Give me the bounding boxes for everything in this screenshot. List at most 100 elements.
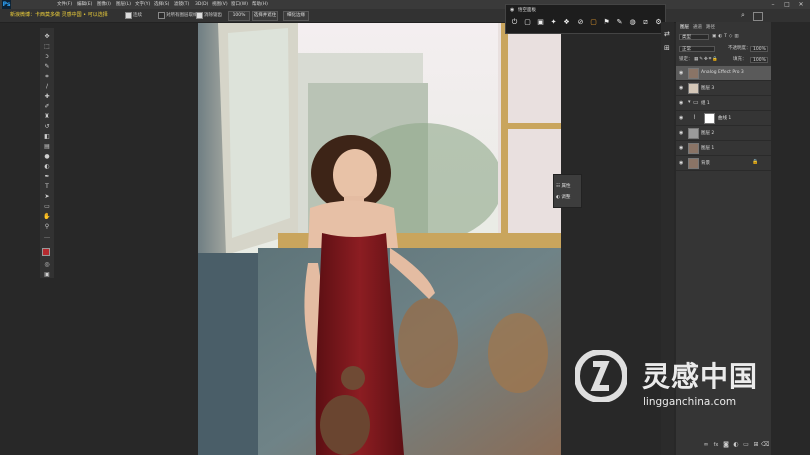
layer-kind-filter[interactable]: 类型 <box>679 34 709 40</box>
history-brush-icon[interactable]: ↺ <box>42 122 52 131</box>
screen-mode-icon[interactable]: ▣ <box>42 270 52 279</box>
quick-select-icon[interactable]: ✎ <box>42 62 52 71</box>
opacity-input[interactable]: 100% <box>750 46 768 52</box>
layers-icon[interactable]: ❖ <box>562 18 571 27</box>
group-chevron-icon[interactable]: ▾ <box>688 99 691 105</box>
blend-mode-select[interactable]: 正常 <box>679 46 715 52</box>
shape-icon[interactable]: ▭ <box>42 202 52 211</box>
crop-icon[interactable]: ⧄ <box>641 18 650 27</box>
pen-icon[interactable]: ✒ <box>42 172 52 181</box>
gradient-icon[interactable]: ▤ <box>42 142 52 151</box>
fill-input[interactable]: 100% <box>750 57 768 63</box>
search-icon[interactable]: ⌕ <box>741 11 745 20</box>
zoom-icon[interactable]: ⚲ <box>42 222 52 231</box>
eye-icon[interactable]: ◉ <box>679 70 683 76</box>
menu-file[interactable]: 文件(F) <box>57 0 72 9</box>
adjust-item[interactable]: ◐ 调整 <box>556 194 570 202</box>
frame-icon[interactable]: ▢ <box>589 18 598 27</box>
eye-icon[interactable]: ◉ <box>679 145 683 151</box>
stamp-icon[interactable]: ♜ <box>42 112 52 121</box>
power-icon[interactable]: ⏻ <box>510 18 519 27</box>
opacity-field[interactable]: 100% <box>228 11 250 21</box>
type-icon[interactable]: T <box>42 182 52 191</box>
history-icon[interactable]: ⇄ <box>664 30 670 38</box>
new-layer-icon[interactable]: ⊞ <box>752 441 760 449</box>
menu-type[interactable]: 文字(Y) <box>135 0 150 9</box>
mask-icon[interactable]: ◍ <box>628 18 637 27</box>
crop-icon[interactable]: ⌗ <box>42 72 52 81</box>
brush-icon[interactable]: ✐ <box>42 102 52 111</box>
close-button[interactable]: ✕ <box>794 0 808 9</box>
tools-panel: ✥ ⬚ ↄ ✎ ⌗ ∕ ✚ ✐ ♜ ↺ ◧ ▤ ● ◐ ✒ T ➤ ▭ ✋ ⚲ … <box>40 28 54 278</box>
adjustment-icon[interactable]: ◐ <box>732 441 740 449</box>
marquee-icon[interactable]: ⬚ <box>42 42 52 51</box>
properties-item[interactable]: ☷ 属性 <box>556 183 570 191</box>
layer-row[interactable]: ◉ 背景 🔒 <box>676 156 771 171</box>
auto-enhance-label: 消除锯齿 <box>204 13 222 18</box>
auto-enhance-checkbox[interactable] <box>196 12 203 19</box>
menu-help[interactable]: 帮助(H) <box>252 0 268 9</box>
more-icon[interactable]: … <box>42 232 52 241</box>
gift-icon[interactable]: ✦ <box>549 18 558 27</box>
layer-row[interactable]: ◉ 图层 2 <box>676 126 771 141</box>
eyedropper-icon[interactable]: ∕ <box>42 82 52 91</box>
watermark-url: lingganchina.com <box>643 396 737 408</box>
chat-icon[interactable]: ▢ <box>523 18 532 27</box>
move-icon[interactable]: ✥ <box>42 32 52 41</box>
path-select-icon[interactable]: ➤ <box>42 192 52 201</box>
maximize-button[interactable]: □ <box>780 0 794 9</box>
layer-name: 背景 <box>701 161 710 166</box>
tab-channels[interactable]: 通道 <box>693 25 702 31</box>
eraser-icon[interactable]: ◧ <box>42 132 52 141</box>
menu-image[interactable]: 图像(I) <box>97 0 111 9</box>
quick-mask-icon[interactable]: ◎ <box>42 260 52 269</box>
layer-row[interactable]: ◉ ⌇ 曲线 1 <box>676 111 771 126</box>
eye-icon[interactable]: ◉ <box>679 115 683 121</box>
select-subject-button[interactable]: 选择并遮住 <box>252 11 278 21</box>
watermark-chinese: 灵感中国 <box>642 360 759 393</box>
layer-row[interactable]: ◉ 图层 1 <box>676 141 771 156</box>
mask-icon[interactable]: ◙ <box>722 441 730 449</box>
contiguous-checkbox[interactable] <box>125 12 132 19</box>
dodge-icon[interactable]: ◐ <box>42 162 52 171</box>
eye-icon[interactable]: ◉ <box>679 100 683 106</box>
eye-icon[interactable]: ◉ <box>679 130 683 136</box>
tab-paths[interactable]: 路径 <box>706 25 715 31</box>
menu-edit[interactable]: 编辑(E) <box>77 0 92 9</box>
share-icon[interactable]: ⊘ <box>576 18 585 27</box>
flag-icon[interactable]: ⚑ <box>602 18 611 27</box>
layer-row[interactable]: ◉ Analog Effect Pro 3 <box>676 66 771 81</box>
eye-icon[interactable]: ◉ <box>679 160 683 166</box>
minimize-button[interactable]: – <box>766 0 780 9</box>
lasso-icon[interactable]: ↄ <box>42 52 52 61</box>
menu-3d[interactable]: 3D(D) <box>195 0 208 9</box>
folder-icon: ▭ <box>693 99 699 106</box>
tab-layers[interactable]: 图层 <box>680 25 689 31</box>
brush-icon[interactable]: ✎ <box>615 18 624 27</box>
healing-icon[interactable]: ✚ <box>42 92 52 101</box>
trash-icon[interactable]: ⌫ <box>761 441 769 449</box>
sample-all-layers-checkbox[interactable] <box>158 12 165 19</box>
blur-icon[interactable]: ● <box>42 152 52 161</box>
link-icon[interactable]: ∞ <box>702 441 710 449</box>
image-icon[interactable]: ▣ <box>536 18 545 27</box>
layer-row[interactable]: ◉ ▾ ▭ 组 1 <box>676 96 771 111</box>
folder-icon[interactable]: ▭ <box>742 441 750 449</box>
fx-icon[interactable]: fx <box>712 441 720 449</box>
layer-row[interactable]: ◉ 图层 3 <box>676 81 771 96</box>
menu-layer[interactable]: 图层(L) <box>116 0 131 9</box>
menu-view[interactable]: 视图(V) <box>212 0 228 9</box>
hand-icon[interactable]: ✋ <box>42 212 52 221</box>
menu-filter[interactable]: 滤镜(T) <box>174 0 189 9</box>
properties-icon[interactable]: ⊞ <box>664 44 670 52</box>
refine-edge-button[interactable]: 细化边缘 <box>283 11 309 21</box>
foreground-color-swatch[interactable] <box>42 248 50 256</box>
document-canvas[interactable] <box>198 23 561 455</box>
eye-icon[interactable]: ◉ <box>679 85 683 91</box>
menu-window[interactable]: 窗口(W) <box>231 0 248 9</box>
filter-icons[interactable]: ▣◐T◇▥ <box>712 33 741 40</box>
lock-icons[interactable]: ▦✎✥⌗🔒 <box>694 56 719 63</box>
menu-select[interactable]: 选择(S) <box>154 0 169 9</box>
layer-name: 图层 2 <box>701 131 715 136</box>
workspace-icon[interactable] <box>753 12 763 21</box>
